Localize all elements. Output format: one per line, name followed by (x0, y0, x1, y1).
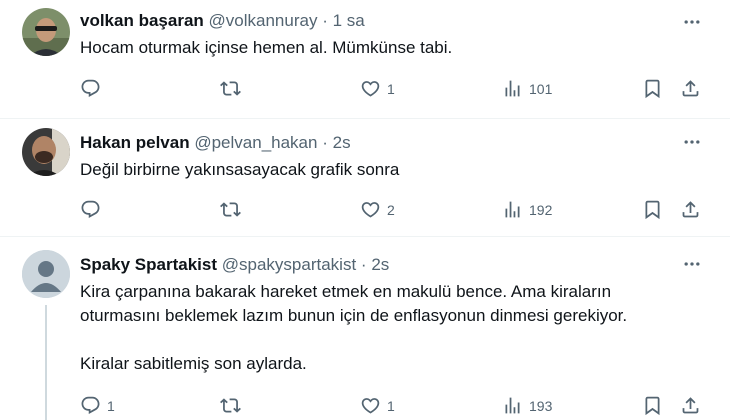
author-handle[interactable]: @pelvan_hakan (194, 133, 317, 152)
author-name[interactable]: volkan başaran (80, 11, 204, 30)
separator: · (322, 133, 328, 152)
avatar[interactable] (22, 8, 70, 56)
reply-icon (80, 395, 101, 416)
timestamp[interactable]: 2s (333, 133, 351, 152)
views-icon (502, 78, 523, 99)
bookmark-icon (642, 78, 663, 99)
default-avatar-icon (22, 250, 70, 298)
heart-icon (360, 395, 381, 416)
action-bar: 1 1 193 (0, 395, 730, 419)
timestamp[interactable]: 1 sa (333, 11, 365, 30)
view-count: 193 (529, 397, 553, 414)
bookmark-button[interactable] (642, 199, 663, 220)
more-icon[interactable] (681, 253, 703, 275)
tweet[interactable]: Spaky Spartakist @spakyspartakist · 2s K… (0, 237, 730, 420)
retweet-button[interactable] (220, 199, 247, 220)
share-icon (680, 78, 701, 99)
tweet[interactable]: Hakan pelvan @pelvan_hakan · 2s Değil bi… (0, 119, 730, 236)
like-count: 1 (387, 80, 395, 97)
separator: · (360, 255, 367, 274)
avatar[interactable] (22, 250, 70, 298)
tweet-text: Hocam oturmak içinse hemen al. Mümkünse … (80, 38, 453, 57)
tweet-text: Değil birbirne yakınsasayacak grafik son… (80, 160, 400, 179)
heart-icon (360, 78, 381, 99)
avatar[interactable] (22, 128, 70, 176)
reply-button[interactable] (80, 199, 107, 220)
reply-button[interactable] (80, 78, 107, 99)
reply-icon (80, 199, 101, 220)
heart-icon (360, 199, 381, 220)
retweet-icon (220, 395, 241, 416)
author-handle[interactable]: @spakyspartakist (222, 255, 356, 274)
view-count: 192 (529, 201, 553, 218)
more-icon[interactable] (681, 11, 703, 33)
like-count: 2 (387, 201, 395, 218)
like-count: 1 (387, 397, 395, 414)
author-name[interactable]: Hakan pelvan (80, 133, 190, 152)
like-button[interactable]: 1 (360, 78, 395, 99)
views-button[interactable]: 192 (502, 199, 552, 220)
more-icon[interactable] (681, 131, 703, 153)
retweet-icon (220, 199, 241, 220)
reply-count: 1 (107, 397, 115, 414)
reply-icon (80, 78, 101, 99)
views-icon (502, 199, 523, 220)
views-button[interactable]: 193 (502, 395, 552, 416)
tweet-text: Kira çarpanına bakarak hareket etmek en … (80, 282, 628, 373)
retweet-button[interactable] (220, 395, 247, 416)
view-count: 101 (529, 80, 553, 97)
like-button[interactable]: 1 (360, 395, 395, 416)
timestamp[interactable]: 2s (371, 255, 389, 274)
reply-button[interactable]: 1 (80, 395, 115, 416)
separator: · (322, 11, 328, 30)
author-name[interactable]: Spaky Spartakist (80, 255, 217, 274)
like-button[interactable]: 2 (360, 199, 395, 220)
author-handle[interactable]: @volkannuray (209, 11, 318, 30)
bookmark-icon (642, 395, 663, 416)
share-button[interactable] (680, 78, 701, 99)
share-button[interactable] (680, 199, 701, 220)
retweet-button[interactable] (220, 78, 247, 99)
views-button[interactable]: 101 (502, 78, 552, 99)
bookmark-button[interactable] (642, 395, 663, 416)
share-button[interactable] (680, 395, 701, 416)
tweet[interactable]: volkan başaran @volkannuray · 1 sa Hocam… (0, 0, 730, 120)
share-icon (680, 199, 701, 220)
views-icon (502, 395, 523, 416)
share-icon (680, 395, 701, 416)
retweet-icon (220, 78, 241, 99)
bookmark-button[interactable] (642, 78, 663, 99)
bookmark-icon (642, 199, 663, 220)
action-bar: 2 192 (0, 199, 730, 223)
action-bar: 1 101 (0, 78, 730, 102)
